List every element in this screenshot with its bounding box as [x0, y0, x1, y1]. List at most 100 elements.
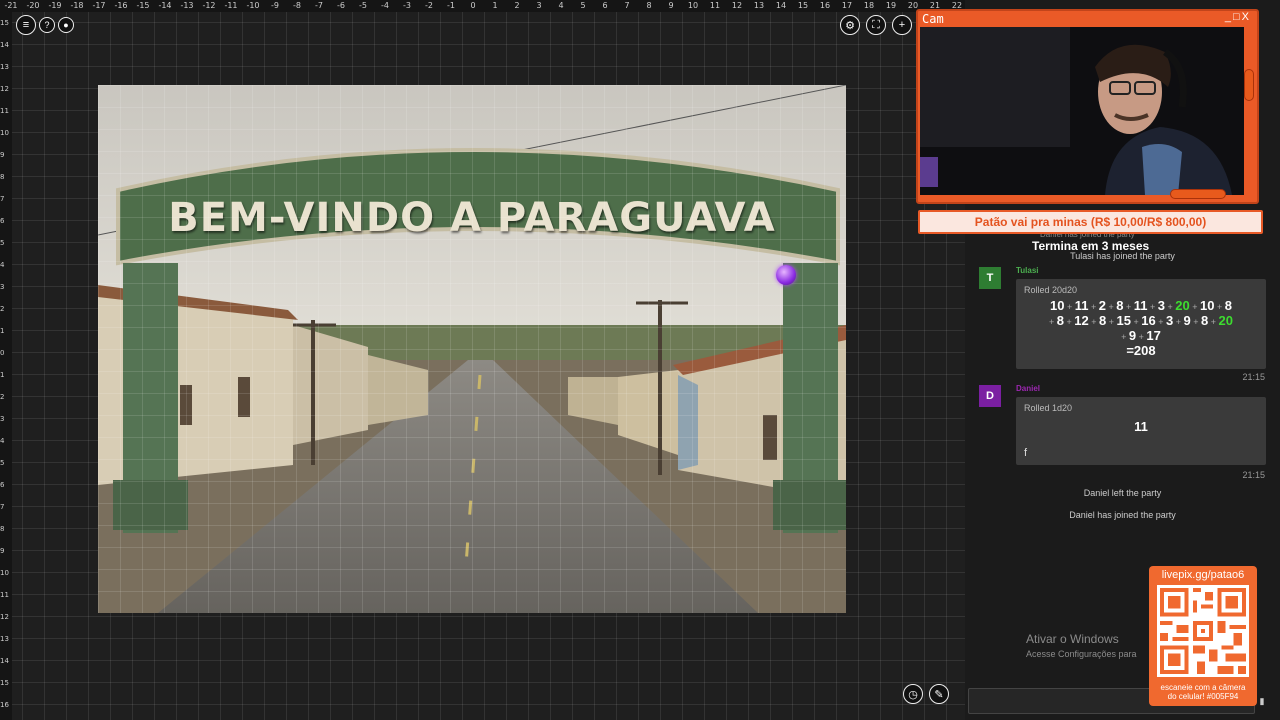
- ruler-tick: 8: [646, 1, 652, 10]
- ruler-tick: -4: [381, 1, 389, 10]
- webcam-person-illustration: [920, 27, 1244, 195]
- settings-icon[interactable]: ⚙: [840, 15, 860, 35]
- watermark-subtitle: Acesse Configurações para: [1026, 649, 1137, 659]
- ruler-tick: 18: [863, 1, 875, 10]
- ruler-tick: 7: [0, 195, 5, 203]
- die-value: 3: [1157, 298, 1166, 313]
- ruler-tick: 10: [0, 569, 9, 577]
- ruler-tick: 5: [0, 459, 5, 467]
- menu-icon[interactable]: ≡: [16, 15, 36, 35]
- message-sender: Tulasi: [1016, 266, 1039, 275]
- ruler-tick: 5: [580, 1, 586, 10]
- help-icon[interactable]: ?: [39, 17, 55, 33]
- ruler-tick: 5: [0, 239, 5, 247]
- message-timestamp: 21:15: [1242, 470, 1265, 480]
- die-value: 12: [1074, 313, 1089, 328]
- die-value: 11: [1133, 298, 1148, 313]
- ruler-tick: -15: [136, 1, 150, 10]
- ruler-tick: 19: [885, 1, 897, 10]
- ruler-tick: 1: [0, 371, 5, 379]
- ruler-tick: 12: [0, 613, 9, 621]
- ruler-tick: 14: [0, 41, 9, 49]
- ruler-tick: -6: [337, 1, 345, 10]
- map-canvas[interactable]: -21 -20 -19 -18 -17 -16 -15 -14 -13 -12 -11 -10 -9 -8…: [0, 0, 965, 720]
- ruler-tick: -14: [158, 1, 172, 10]
- ruler-tick: -8: [293, 1, 301, 10]
- ruler-tick: 3: [0, 283, 5, 291]
- ruler-tick: 15: [0, 679, 9, 687]
- scene-illustration: [98, 85, 846, 613]
- ruler-tick: 16: [819, 1, 831, 10]
- ruler-tick: 7: [624, 1, 630, 10]
- ruler-tick: 9: [668, 1, 674, 10]
- ruler-tick: 13: [0, 63, 9, 71]
- dice-results: 10 + 11 + 2 + 8 + 11 + 3 + 20 + 10 + 8 +…: [1024, 299, 1258, 358]
- die-value: 8: [1224, 298, 1232, 313]
- die-value: 15: [1116, 313, 1131, 328]
- dice-roll-message: Rolled 20d20 10 + 11 + 2 + 8 + 11 + 3 + …: [1016, 279, 1266, 369]
- ruler-tick: -18: [70, 1, 84, 10]
- livepix-donation-card[interactable]: livepix.gg/patao6 escaneie com a câmera …: [1149, 566, 1257, 706]
- ruler-tick: -17: [92, 1, 106, 10]
- ruler-tick: 4: [558, 1, 564, 10]
- ruler-tick: 11: [0, 107, 9, 115]
- dice-result: 11: [1134, 419, 1148, 434]
- ruler-tick: 9: [0, 547, 5, 555]
- ruler-tick: 12: [0, 85, 9, 93]
- ruler-tick: -19: [48, 1, 62, 10]
- message-sender: Daniel: [1016, 384, 1041, 393]
- cam-title: Cam: [922, 12, 944, 26]
- ruler-tick: 0: [470, 1, 476, 10]
- die-value: 11: [1074, 298, 1089, 313]
- livepix-footer-line: do celular! #005F94: [1167, 692, 1239, 701]
- ruler-tick: 8: [0, 525, 5, 533]
- cam-scrollbar-vertical[interactable]: [1244, 69, 1254, 101]
- system-message: Daniel has joined the party: [1069, 510, 1176, 520]
- livepix-footer-line: escaneie com a câmera: [1160, 683, 1246, 692]
- ruler-tick: -21: [4, 1, 18, 10]
- ruler-tick: 1: [0, 327, 5, 335]
- focus-icon[interactable]: ⛶: [866, 15, 886, 35]
- pencil-icon[interactable]: ✎: [929, 684, 949, 704]
- roll-total: =208: [1126, 343, 1156, 358]
- cam-scrollbar-horizontal[interactable]: [1170, 189, 1226, 199]
- scene-image: BEM-VINDO A PARAGUAVA: [98, 85, 846, 613]
- ruler-tick: -10: [246, 1, 260, 10]
- ruler-tick: 3: [0, 415, 5, 423]
- webcam-video: [920, 27, 1244, 195]
- send-icon[interactable]: ▮: [1255, 692, 1269, 710]
- die-value: 8: [1056, 313, 1065, 328]
- ruler-tick: -20: [26, 1, 40, 10]
- ruler-tick: -13: [180, 1, 194, 10]
- ruler-tick: 9: [0, 151, 5, 159]
- die-value: 20: [1218, 313, 1233, 328]
- livepix-url: livepix.gg/patao6: [1161, 569, 1245, 581]
- ruler-tick: 10: [687, 1, 699, 10]
- roll-label: Rolled 1d20: [1024, 403, 1073, 413]
- ruler-tick: 12: [731, 1, 743, 10]
- window-controls[interactable]: _□X: [1225, 11, 1251, 23]
- ruler-tick: 4: [0, 437, 5, 445]
- dice-token-icon[interactable]: [776, 265, 796, 285]
- ruler-tick: 2: [0, 393, 5, 401]
- die-value: 9: [1183, 313, 1191, 328]
- qr-code-pattern: [1160, 588, 1246, 674]
- ruler-tick: 17: [841, 1, 853, 10]
- ruler-tick: 11: [0, 591, 9, 599]
- die-value: 17: [1146, 328, 1161, 343]
- ruler-tick: -5: [359, 1, 367, 10]
- dice-roll-message: Rolled 1d20 11 f: [1016, 397, 1266, 465]
- ruler-tick: 2: [514, 1, 520, 10]
- livepix-instructions: escaneie com a câmera do celular! #005F9…: [1149, 683, 1257, 701]
- ruler-tick: 14: [775, 1, 787, 10]
- die-value: 16: [1141, 313, 1156, 328]
- cam-window[interactable]: Cam _□X: [916, 9, 1259, 204]
- clock-icon[interactable]: ◷: [903, 684, 923, 704]
- message-timestamp: 21:15: [1242, 372, 1265, 382]
- record-icon[interactable]: ●: [58, 17, 74, 33]
- ruler-tick: 0: [0, 349, 5, 357]
- ruler-tick: 15: [797, 1, 809, 10]
- die-value: 10: [1200, 298, 1215, 313]
- ruler-tick: 2: [0, 305, 5, 313]
- add-icon[interactable]: +: [892, 15, 912, 35]
